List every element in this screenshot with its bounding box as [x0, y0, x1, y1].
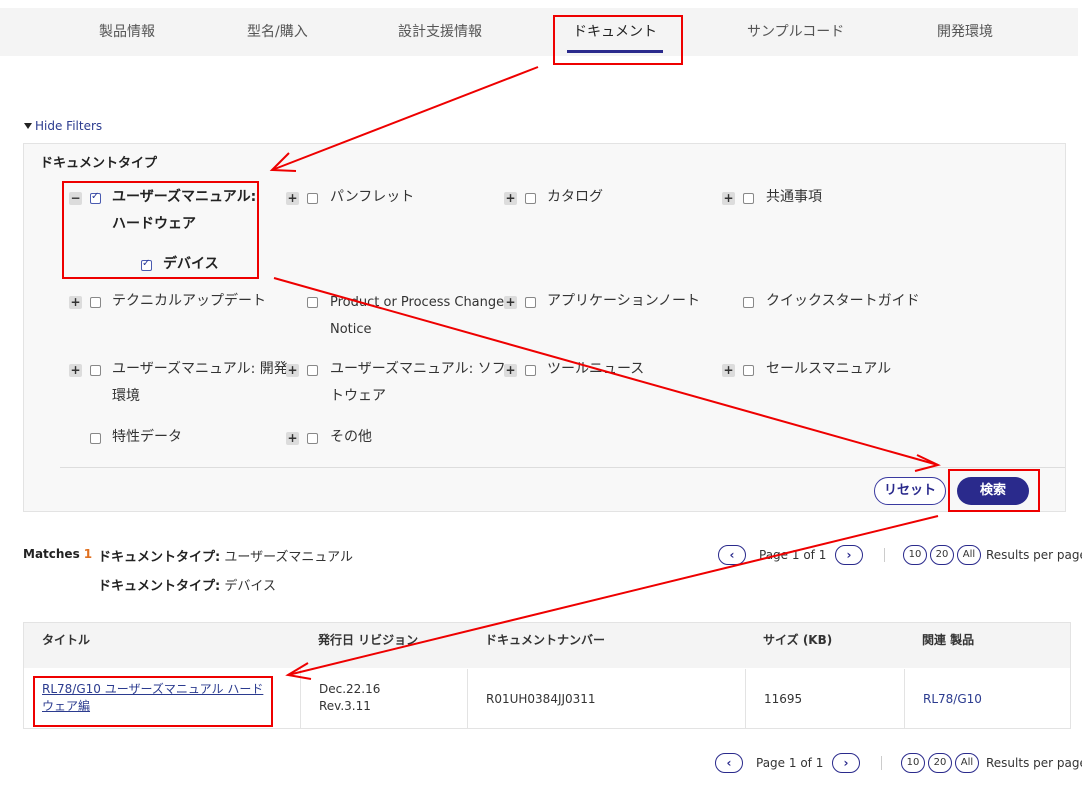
- next-page-button[interactable]: ›: [832, 753, 860, 773]
- prev-page-button[interactable]: ‹: [718, 545, 746, 565]
- option-characteristics: 特性データ: [112, 429, 182, 445]
- filter-group-title: ドキュメントタイプ: [40, 156, 158, 171]
- tab-dev-environment[interactable]: 開発環境: [937, 8, 993, 56]
- header-size: サイズ (KB): [763, 633, 833, 647]
- per-page-20[interactable]: 20: [930, 545, 954, 565]
- per-page-label: Results per page: [986, 756, 1082, 770]
- header-title: タイトル: [42, 633, 91, 647]
- option-technical-update: テクニカルアップデート: [112, 293, 266, 309]
- expand-icon[interactable]: +: [286, 192, 299, 205]
- related-product-link[interactable]: RL78/G10: [923, 692, 982, 706]
- cell-date-revision: Dec.22.16 Rev.3.11: [300, 669, 467, 729]
- top-nav: 製品情報 型名/購入 設計支援情報 ドキュメント サンプルコード 開発環境: [0, 8, 1078, 56]
- per-page-all[interactable]: All: [955, 753, 979, 773]
- expand-icon[interactable]: +: [722, 364, 735, 377]
- cell-size: 11695: [745, 669, 904, 729]
- pager-bottom: ‹ Page 1 of 1 › 10 20 All Results per pa…: [715, 753, 1082, 775]
- expand-icon[interactable]: +: [286, 364, 299, 377]
- criteria-item: ドキュメントタイプ: ユーザーズマニュアル: [98, 546, 353, 565]
- per-page-10[interactable]: 10: [903, 545, 927, 565]
- expand-icon[interactable]: +: [286, 432, 299, 445]
- tab-documents[interactable]: ドキュメント: [567, 8, 663, 56]
- search-button[interactable]: 検索: [957, 477, 1029, 505]
- issue-date: Dec.22.16: [319, 682, 381, 696]
- checkbox-device[interactable]: [141, 258, 152, 271]
- header-date-revision: 発行日 リビジョン: [318, 633, 419, 647]
- expand-icon[interactable]: +: [504, 364, 517, 377]
- per-page-all[interactable]: All: [957, 545, 981, 565]
- per-page-10[interactable]: 10: [901, 753, 925, 773]
- collapse-icon[interactable]: −: [69, 192, 82, 205]
- checkbox-user-manual-sw[interactable]: [307, 365, 318, 376]
- table-header: タイトル 発行日 リビジョン ドキュメントナンバー サイズ (KB) 関連 製品: [24, 623, 1070, 668]
- checkbox-pamphlet[interactable]: [307, 193, 318, 204]
- option-pamphlet: パンフレット: [330, 189, 415, 205]
- matches-label: Matches: [23, 547, 80, 561]
- matches-count: 1: [83, 547, 93, 561]
- option-user-manual-dev: ユーザーズマニュアル: 開発 環境: [112, 361, 288, 404]
- criteria-item: ドキュメントタイプ: デバイス: [98, 575, 276, 594]
- cell-title: RL78/G10 ユーザーズマニュアル ハード ウェア編: [24, 669, 300, 729]
- expand-icon[interactable]: +: [69, 364, 82, 377]
- option-application-note: アプリケーションノート: [547, 293, 701, 309]
- pager-top: ‹ Page 1 of 1 › 10 20 All Results per pa…: [718, 545, 1082, 567]
- prev-page-button[interactable]: ‹: [715, 753, 743, 773]
- expand-icon[interactable]: +: [504, 192, 517, 205]
- checkbox-catalog[interactable]: [525, 193, 536, 204]
- checkbox-technical-update[interactable]: [90, 297, 101, 308]
- expand-icon[interactable]: +: [722, 192, 735, 205]
- hide-filters-toggle[interactable]: Hide Filters: [24, 119, 102, 133]
- reset-button[interactable]: リセット: [874, 477, 946, 505]
- cell-related-product: RL78/G10: [904, 669, 1070, 729]
- checkbox-common[interactable]: [743, 193, 754, 204]
- option-tool-news: ツールニュース: [547, 361, 645, 377]
- matches-summary: Matches 1: [23, 547, 92, 561]
- hide-filters-label: Hide Filters: [35, 119, 103, 133]
- expand-icon[interactable]: +: [504, 296, 517, 309]
- option-pcn: Product or Process Change Notice: [330, 295, 505, 337]
- next-page-button[interactable]: ›: [835, 545, 863, 565]
- results-table: タイトル 発行日 リビジョン ドキュメントナンバー サイズ (KB) 関連 製品…: [23, 622, 1071, 729]
- tab-product-info[interactable]: 製品情報: [99, 8, 155, 56]
- criteria-key: ドキュメントタイプ:: [98, 579, 221, 594]
- option-other: その他: [330, 429, 372, 445]
- page-indicator: Page 1 of 1: [756, 756, 824, 770]
- checkbox-pcn[interactable]: [307, 297, 318, 308]
- per-page-20[interactable]: 20: [928, 753, 952, 773]
- checkbox-tool-news[interactable]: [525, 365, 536, 376]
- option-sales-manual: セールスマニュアル: [766, 361, 892, 377]
- document-title-link[interactable]: RL78/G10 ユーザーズマニュアル ハード ウェア編: [42, 682, 263, 713]
- revision: Rev.3.11: [319, 699, 371, 713]
- filter-icon: [24, 123, 32, 129]
- option-quick-start: クイックスタートガイド: [766, 293, 920, 309]
- pager-separator: [884, 548, 885, 562]
- checkbox-application-note[interactable]: [525, 297, 536, 308]
- cell-doc-number: R01UH0384JJ0311: [467, 669, 745, 729]
- checkbox-characteristics[interactable]: [90, 433, 101, 444]
- criteria-key: ドキュメントタイプ:: [98, 550, 221, 565]
- header-related-product: 関連 製品: [922, 633, 975, 647]
- checkbox-user-manual-dev[interactable]: [90, 365, 101, 376]
- filter-panel: ドキュメントタイプ − ユーザーズマニュアル: ハードウェア + パンフレット …: [23, 143, 1066, 512]
- option-common: 共通事項: [766, 189, 822, 205]
- pager-separator: [881, 756, 882, 770]
- criteria-value: デバイス: [224, 579, 276, 594]
- option-device: デバイス: [163, 256, 219, 272]
- expand-icon[interactable]: +: [69, 296, 82, 309]
- criteria-value: ユーザーズマニュアル: [224, 550, 354, 565]
- tab-part-purchase[interactable]: 型名/購入: [247, 8, 308, 56]
- option-catalog: カタログ: [547, 189, 603, 205]
- filter-divider: [60, 467, 1065, 468]
- header-doc-number: ドキュメントナンバー: [485, 633, 606, 647]
- option-user-manual-hardware: ユーザーズマニュアル: ハードウェア: [112, 189, 257, 232]
- tab-sample-code[interactable]: サンプルコード: [747, 8, 844, 56]
- checkbox-sales-manual[interactable]: [743, 365, 754, 376]
- checkbox-quick-start[interactable]: [743, 297, 754, 308]
- per-page-label: Results per page: [986, 548, 1082, 562]
- page-indicator: Page 1 of 1: [759, 548, 827, 562]
- checkbox-user-manual-hardware[interactable]: [90, 191, 101, 204]
- tab-design-support[interactable]: 設計支援情報: [398, 8, 482, 56]
- option-user-manual-sw: ユーザーズマニュアル: ソフ トウェア: [330, 361, 506, 404]
- checkbox-other[interactable]: [307, 433, 318, 444]
